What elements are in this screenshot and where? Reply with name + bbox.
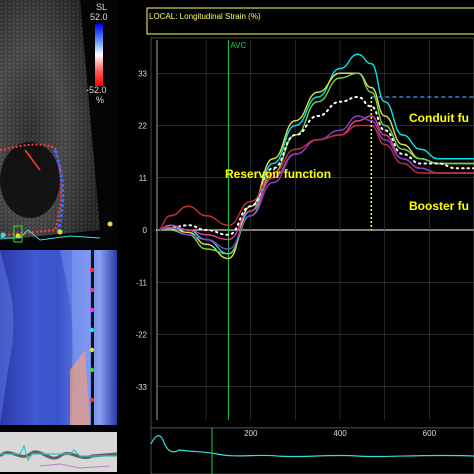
strain-curve-panel[interactable]: LOCAL: Longitudinal Strain (%) 33 22 11 0 -1… <box>117 0 474 474</box>
y-axis: 33 22 11 0 -11 -22 -33 <box>135 40 158 420</box>
y-tick-label: 33 <box>138 69 147 78</box>
booster-function-label: Booster fu <box>409 199 469 213</box>
strain-curve-6 <box>156 115 474 250</box>
x-tick-label: 600 <box>423 429 437 438</box>
atrium-cavity <box>0 142 60 218</box>
ecg-strip-left <box>0 426 117 474</box>
y-tick-label: -11 <box>136 278 148 287</box>
x-tick-label: 200 <box>244 429 258 438</box>
strain-curve-1 <box>156 53 474 255</box>
y-tick-label: -22 <box>135 331 147 340</box>
scale-min: -52.0 <box>86 85 107 95</box>
strain-color-scale <box>95 24 103 86</box>
strain-chart: LOCAL: Longitudinal Strain (%) 33 22 11 0 -1… <box>135 7 474 474</box>
y-tick-label: -33 <box>135 383 147 392</box>
y-tick-label: 0 <box>143 226 148 235</box>
strain-map-image <box>0 250 117 425</box>
plot-header: LOCAL: Longitudinal Strain (%) <box>149 12 261 21</box>
scale-unit: % <box>96 95 105 105</box>
conduit-function-label: Conduit fu <box>409 111 469 125</box>
y-tick-label: 11 <box>139 174 148 183</box>
echo-view[interactable]: SL 52.0 -52.0 % <box>0 0 117 248</box>
strain-map[interactable] <box>0 250 117 425</box>
scale-label: SL <box>96 2 108 12</box>
y-tick-label: 22 <box>138 122 147 131</box>
strain-series <box>156 53 474 260</box>
scale-max: 52.0 <box>90 12 108 22</box>
echo-image <box>0 0 113 243</box>
x-tick-label: 400 <box>333 429 347 438</box>
avc-label: AVC <box>230 41 246 50</box>
reservoir-function-label: Reservoir function <box>225 167 331 181</box>
